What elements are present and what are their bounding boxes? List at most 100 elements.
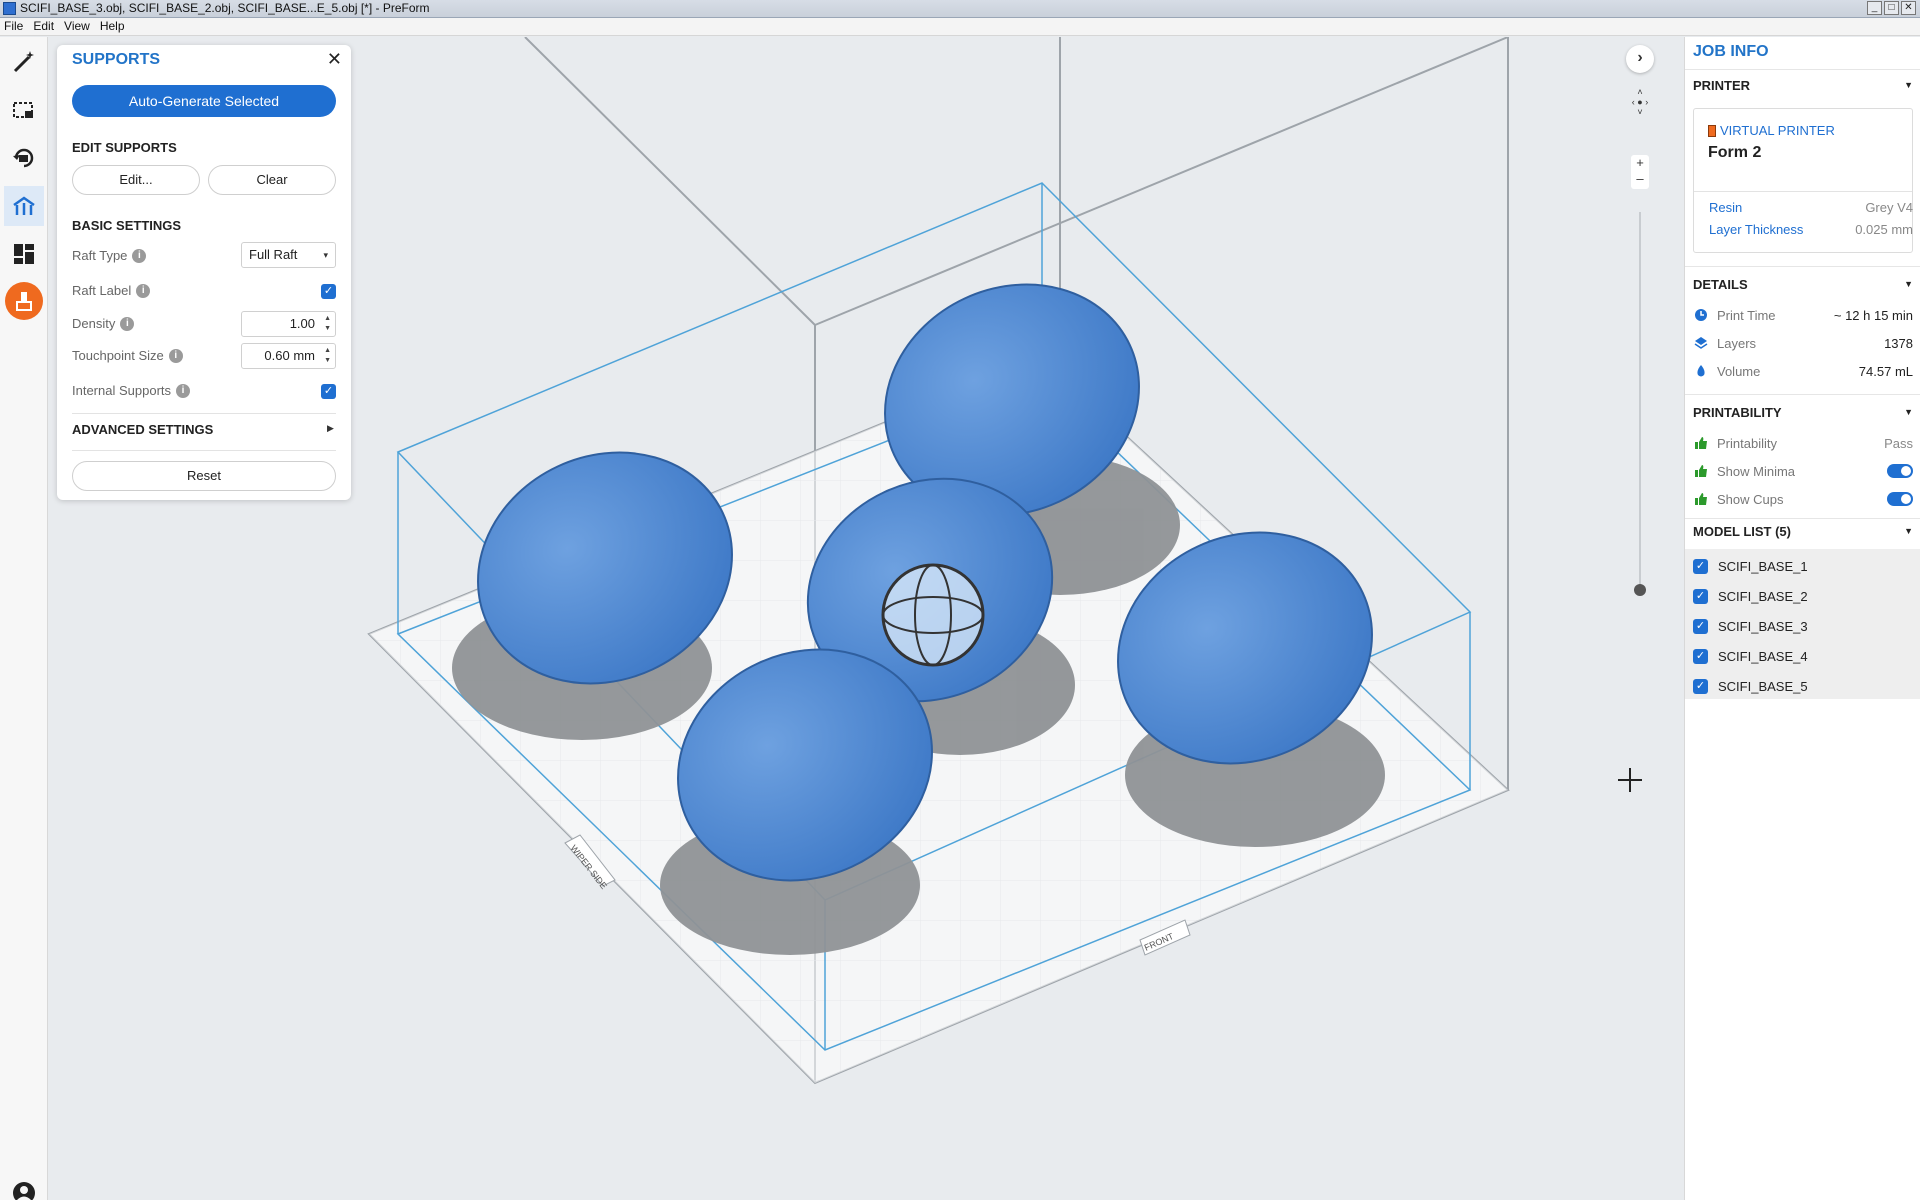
- list-item[interactable]: ✓ SCIFI_BASE_2: [1693, 589, 1808, 604]
- info-icon[interactable]: i: [120, 316, 135, 331]
- list-item[interactable]: ✓ SCIFI_BASE_3: [1693, 619, 1808, 634]
- info-icon[interactable]: i: [176, 383, 191, 398]
- window-titlebar: SCIFI_BASE_3.obj, SCIFI_BASE_2.obj, SCIF…: [0, 0, 1920, 18]
- edit-supports-button[interactable]: Edit...: [72, 165, 200, 195]
- layers-icon: [1693, 335, 1709, 351]
- model-name: SCIFI_BASE_2: [1718, 589, 1808, 604]
- list-item[interactable]: ✓ SCIFI_BASE_5: [1693, 679, 1808, 694]
- internal-supports-checkbox[interactable]: ✓: [321, 384, 336, 399]
- reset-button[interactable]: Reset: [72, 461, 336, 491]
- resin-row: Resin Grey V4: [1709, 200, 1913, 215]
- printability-section-header[interactable]: PRINTABILITY ▼: [1693, 405, 1913, 420]
- menu-view[interactable]: View: [64, 18, 90, 35]
- touchpoint-input[interactable]: 0.60 mm ▲ ▼: [241, 343, 336, 369]
- magic-wand-tool[interactable]: [4, 42, 44, 82]
- stepper-icon[interactable]: ▲ ▼: [324, 314, 331, 334]
- volume-value: 74.57 mL: [1858, 363, 1913, 379]
- account-tool[interactable]: [4, 1173, 44, 1200]
- basic-settings-heading: BASIC SETTINGS: [72, 218, 182, 233]
- printer-section-header[interactable]: PRINTER ▼: [1693, 78, 1913, 93]
- window-title: SCIFI_BASE_3.obj, SCIFI_BASE_2.obj, SCIF…: [20, 1, 430, 15]
- minimize-button[interactable]: _: [1867, 1, 1882, 15]
- orbit-control[interactable]: ˄ ‹ ● › ˅: [1623, 87, 1657, 121]
- divider: [1685, 518, 1920, 519]
- expand-panel-button[interactable]: ›: [1626, 45, 1654, 73]
- supports-tool[interactable]: [4, 186, 44, 226]
- maximize-button[interactable]: □: [1884, 1, 1899, 15]
- model-checkbox[interactable]: ✓: [1693, 619, 1708, 634]
- show-minima-toggle[interactable]: [1887, 464, 1913, 478]
- model-checkbox[interactable]: ✓: [1693, 649, 1708, 664]
- orientation-tool[interactable]: [4, 138, 44, 178]
- details-section-header[interactable]: DETAILS ▼: [1693, 277, 1913, 292]
- zoom-out-button[interactable]: –: [1631, 171, 1649, 187]
- print-time-row: Print Time ~ 12 h 15 min: [1693, 307, 1913, 323]
- zoom-in-button[interactable]: +: [1631, 155, 1649, 171]
- close-icon[interactable]: ✕: [327, 49, 342, 70]
- printability-label: Printability: [1717, 435, 1777, 451]
- density-input[interactable]: 1.00 ▲ ▼: [241, 311, 336, 337]
- show-cups-label: Show Cups: [1717, 491, 1784, 507]
- touchpoint-label: Touchpoint Size: [72, 348, 164, 363]
- list-item[interactable]: ✓ SCIFI_BASE_1: [1693, 559, 1808, 574]
- clear-supports-button[interactable]: Clear: [208, 165, 336, 195]
- info-icon[interactable]: i: [168, 348, 183, 363]
- model-checkbox[interactable]: ✓: [1693, 589, 1708, 604]
- pan-down-icon[interactable]: ˅: [1623, 107, 1657, 117]
- density-row: Density i: [72, 316, 135, 331]
- raft-type-label: Raft Type: [72, 248, 128, 263]
- raft-type-row: Raft Type i: [72, 248, 147, 263]
- menu-edit[interactable]: Edit: [33, 18, 54, 35]
- print-time-label: Print Time: [1717, 307, 1776, 323]
- resin-drop-icon: [1693, 363, 1709, 379]
- chevron-down-icon: ▼: [1904, 80, 1913, 90]
- divider: [1685, 266, 1920, 267]
- raft-type-select[interactable]: Full Raft ▾: [241, 242, 336, 268]
- orientation-icon: [13, 148, 34, 168]
- menu-file[interactable]: File: [4, 18, 23, 35]
- thumbs-up-icon: [1693, 491, 1709, 507]
- model-checkbox[interactable]: ✓: [1693, 559, 1708, 574]
- chevron-down-icon: ▼: [1904, 407, 1913, 417]
- model-list-section-header[interactable]: MODEL LIST (5) ▼: [1693, 524, 1913, 539]
- advanced-settings-toggle[interactable]: ADVANCED SETTINGS: [72, 422, 213, 437]
- pan-up-icon[interactable]: ˄: [1623, 87, 1657, 97]
- printer-kind: VIRTUAL PRINTER: [1708, 123, 1835, 138]
- printability-section-label: PRINTABILITY: [1693, 405, 1782, 420]
- model-name: SCIFI_BASE_1: [1718, 559, 1808, 574]
- density-label: Density: [72, 316, 116, 331]
- printer-section-label: PRINTER: [1693, 78, 1751, 93]
- close-window-button[interactable]: ✕: [1901, 1, 1916, 15]
- model-name: SCIFI_BASE_4: [1718, 649, 1808, 664]
- clock-icon: [1693, 307, 1709, 323]
- printer-alert-icon: [5, 282, 43, 320]
- layers-value: 1378: [1884, 335, 1913, 351]
- auto-generate-button[interactable]: Auto-Generate Selected: [72, 85, 336, 117]
- pan-center-icon[interactable]: ‹ ● ›: [1623, 97, 1657, 107]
- chevron-down-icon: ▼: [1904, 526, 1913, 536]
- volume-row: Volume 74.57 mL: [1693, 363, 1913, 379]
- chevron-down-icon: ▾: [323, 250, 328, 260]
- list-item[interactable]: ✓ SCIFI_BASE_4: [1693, 649, 1808, 664]
- menu-help[interactable]: Help: [100, 18, 125, 35]
- stepper-icon[interactable]: ▲ ▼: [324, 346, 331, 366]
- resin-label: Resin: [1709, 200, 1743, 215]
- panel-title: SUPPORTS: [72, 51, 161, 68]
- print-job-tool[interactable]: [4, 281, 44, 321]
- supports-panel: SUPPORTS ✕ Auto-Generate Selected EDIT S…: [57, 45, 351, 500]
- selection-tool[interactable]: [4, 90, 44, 130]
- info-icon[interactable]: i: [136, 283, 151, 298]
- selection-box-icon: [13, 102, 33, 118]
- layer-slider-track[interactable]: [1639, 212, 1641, 592]
- chevron-right-icon[interactable]: ▶: [327, 423, 334, 434]
- info-icon[interactable]: i: [132, 248, 147, 263]
- layer-slider-handle[interactable]: [1634, 584, 1646, 596]
- model-checkbox[interactable]: ✓: [1693, 679, 1708, 694]
- show-cups-toggle[interactable]: [1887, 492, 1913, 506]
- job-info-sidebar: JOB INFO PRINTER ▼ VIRTUAL PRINTER Form …: [1684, 37, 1920, 1200]
- layout-tool[interactable]: [4, 234, 44, 274]
- model-list-label: MODEL LIST (5): [1693, 524, 1791, 539]
- internal-supports-label: Internal Supports: [72, 383, 172, 398]
- raft-label-checkbox[interactable]: ✓: [321, 284, 336, 299]
- divider: [72, 413, 336, 414]
